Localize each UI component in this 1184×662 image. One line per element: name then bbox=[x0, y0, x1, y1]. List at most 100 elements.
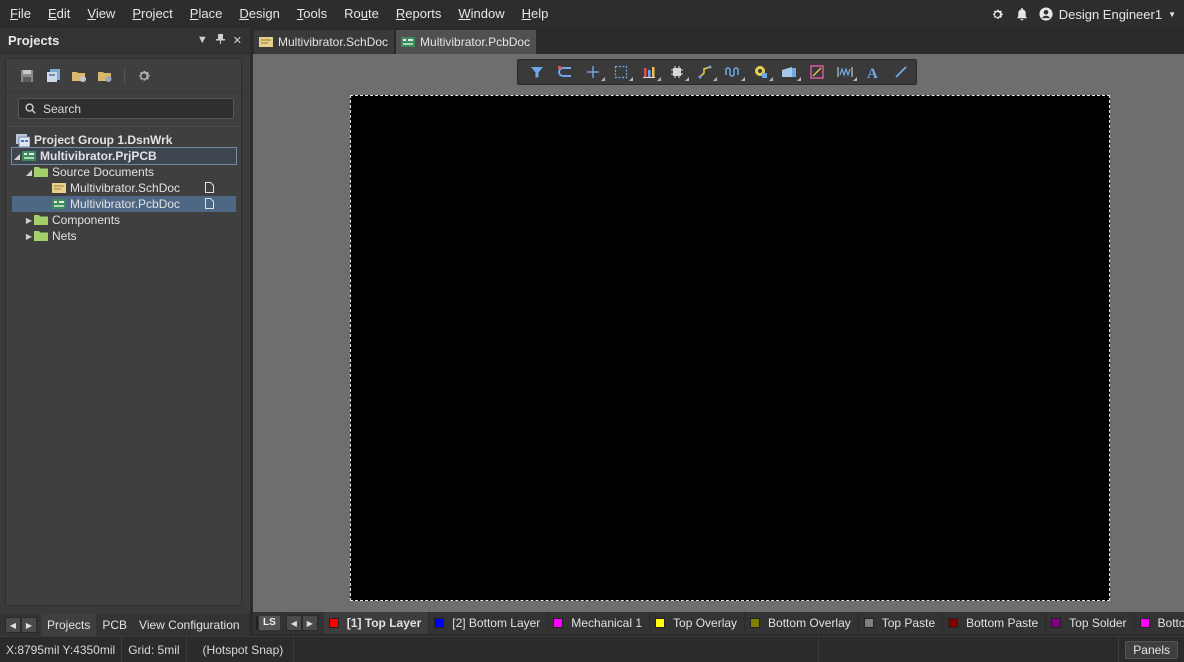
tune-length-icon[interactable] bbox=[722, 62, 745, 82]
layer-tab[interactable]: Top Solder bbox=[1046, 612, 1135, 634]
layer-tab-label: Bottom Solder bbox=[1157, 616, 1184, 630]
save-all-icon[interactable] bbox=[44, 67, 62, 85]
place-component-icon[interactable] bbox=[666, 62, 689, 82]
tree-item-components[interactable]: ▶ Components bbox=[12, 212, 236, 228]
layer-color-swatch bbox=[1139, 618, 1150, 628]
collapse-arrow-icon[interactable]: ▶ bbox=[24, 216, 34, 225]
folder-icon bbox=[34, 214, 48, 226]
menu-item[interactable]: Place bbox=[180, 0, 230, 28]
tree-label: Source Documents bbox=[52, 165, 155, 179]
layer-tab[interactable]: Top Overlay bbox=[650, 612, 746, 634]
layer-tab[interactable]: Bottom Overlay bbox=[745, 612, 859, 634]
tab-pcb[interactable]: PCB bbox=[96, 614, 133, 636]
chevron-down-icon: ▼ bbox=[1168, 9, 1176, 19]
menu-item-mnemonic: D bbox=[239, 6, 249, 21]
menu-item[interactable]: Reports bbox=[386, 0, 449, 28]
menu-item[interactable]: Route bbox=[334, 0, 386, 28]
layer-color-swatch bbox=[863, 618, 874, 628]
menu-item[interactable]: Design bbox=[229, 0, 286, 28]
menu-item[interactable]: Tools bbox=[287, 0, 334, 28]
menu-item[interactable]: View bbox=[77, 0, 122, 28]
tree-label: Nets bbox=[52, 229, 77, 243]
layer-color-swatch bbox=[948, 618, 959, 628]
menu-item-mnemonic: E bbox=[47, 6, 57, 21]
user-name: Design Engineer1 bbox=[1058, 6, 1163, 22]
pcb-editor[interactable]: A bbox=[253, 54, 1184, 612]
panels-button[interactable]: Panels bbox=[1125, 640, 1178, 659]
tab-scroll-left-icon[interactable]: ◀ bbox=[5, 617, 21, 633]
layer-tab[interactable]: Mechanical 1 bbox=[548, 612, 651, 634]
keepout-icon[interactable] bbox=[806, 62, 828, 82]
collapse-arrow-icon[interactable]: ▶ bbox=[24, 232, 34, 241]
interactive-routing-icon[interactable] bbox=[694, 62, 717, 82]
crosshair-icon[interactable] bbox=[582, 62, 605, 82]
bell-icon[interactable] bbox=[1015, 7, 1029, 21]
menu-item[interactable]: Edit bbox=[38, 0, 77, 28]
document-status-icon bbox=[205, 198, 214, 209]
layer-scroll-left-icon[interactable]: ◀ bbox=[285, 615, 302, 631]
menu-item[interactable]: Window bbox=[448, 0, 511, 28]
user-menu[interactable]: Design Engineer1 ▼ bbox=[1039, 7, 1176, 22]
tree-item-sch-doc[interactable]: Multivibrator.SchDoc bbox=[12, 180, 236, 196]
doc-tab-pcbdoc[interactable]: Multivibrator.PcbDoc bbox=[396, 30, 537, 54]
current-layer-swatch[interactable] bbox=[256, 616, 258, 630]
layer-color-swatch bbox=[328, 618, 339, 628]
tree-item-nets[interactable]: ▶ Nets bbox=[12, 228, 236, 244]
panel-menu-icon[interactable]: ▼ bbox=[197, 34, 208, 47]
close-icon[interactable]: ✕ bbox=[233, 34, 242, 47]
filter-icon[interactable] bbox=[526, 62, 548, 82]
layer-tab[interactable]: Bottom Paste bbox=[943, 612, 1047, 634]
menu-item-text: lace bbox=[198, 6, 223, 21]
pin-icon[interactable] bbox=[215, 34, 225, 47]
layer-set-button[interactable]: LS bbox=[259, 616, 280, 630]
schematic-doc-icon bbox=[259, 37, 273, 47]
tree-item-project-group[interactable]: Project Group 1.DsnWrk bbox=[12, 132, 236, 148]
tab-projects[interactable]: Projects bbox=[41, 614, 97, 636]
expand-arrow-icon[interactable]: ◢ bbox=[12, 152, 22, 161]
search-input[interactable] bbox=[43, 101, 223, 116]
layer-tab[interactable]: Bottom Solder bbox=[1135, 612, 1184, 634]
tree-item-project[interactable]: ◢ Multivibrator.PrjPCB bbox=[11, 147, 237, 165]
place-via-icon[interactable] bbox=[750, 62, 773, 82]
panel-tabs: ◀ ▶ Projects PCB View Configuration bbox=[0, 614, 250, 636]
menu-item[interactable]: Project bbox=[122, 0, 179, 28]
settings-gear-icon[interactable] bbox=[135, 67, 153, 85]
layer-tab-label: [2] Bottom Layer bbox=[452, 616, 541, 630]
select-rectangle-icon[interactable] bbox=[610, 62, 633, 82]
open-folder-icon[interactable] bbox=[70, 67, 88, 85]
pcb-board-outline[interactable] bbox=[350, 95, 1110, 601]
document-tabs: Multivibrator.SchDoc Multivibrator.PcbDo… bbox=[250, 28, 1184, 54]
gear-icon[interactable] bbox=[991, 7, 1005, 21]
panel-title: Projects bbox=[8, 33, 60, 48]
route-interactive-icon[interactable] bbox=[554, 62, 576, 82]
menu-item[interactable]: File bbox=[0, 0, 38, 28]
tree-item-source-documents[interactable]: ◢ Source Documents bbox=[12, 164, 236, 180]
place-text-icon[interactable]: A bbox=[862, 62, 884, 82]
layer-color-swatch bbox=[553, 618, 564, 628]
place-fill-icon[interactable] bbox=[778, 62, 801, 82]
svg-text:A: A bbox=[867, 66, 878, 79]
panel-toolbar bbox=[6, 59, 241, 93]
expand-arrow-icon[interactable]: ◢ bbox=[24, 168, 34, 177]
doc-tab-schdoc[interactable]: Multivibrator.SchDoc bbox=[254, 30, 395, 54]
layer-tab[interactable]: [1] Top Layer bbox=[323, 612, 430, 634]
project-options-icon[interactable] bbox=[96, 67, 114, 85]
place-line-icon[interactable] bbox=[890, 62, 912, 82]
dimension-icon[interactable] bbox=[834, 62, 857, 82]
menu-item-text: roject bbox=[141, 6, 173, 21]
save-icon[interactable] bbox=[18, 67, 36, 85]
layer-tab[interactable]: Top Paste bbox=[859, 612, 944, 634]
menu-item[interactable]: Help bbox=[512, 0, 556, 28]
tab-scroll-right-icon[interactable]: ▶ bbox=[21, 617, 37, 633]
tree-item-pcb-doc[interactable]: Multivibrator.PcbDoc bbox=[12, 196, 236, 212]
tree-label: Multivibrator.SchDoc bbox=[70, 181, 181, 195]
layer-scroll-right-icon[interactable]: ▶ bbox=[301, 615, 318, 631]
align-icon[interactable] bbox=[638, 62, 661, 82]
tab-view-configuration[interactable]: View Configuration bbox=[133, 614, 246, 636]
layer-tab-label: Bottom Paste bbox=[966, 616, 1039, 630]
workspace-icon bbox=[16, 134, 30, 147]
layer-tab[interactable]: [2] Bottom Layer bbox=[429, 612, 549, 634]
layer-color-swatch bbox=[750, 618, 761, 628]
pcb-doc-icon bbox=[52, 198, 66, 210]
menu-item-mnemonic: H bbox=[521, 6, 532, 21]
